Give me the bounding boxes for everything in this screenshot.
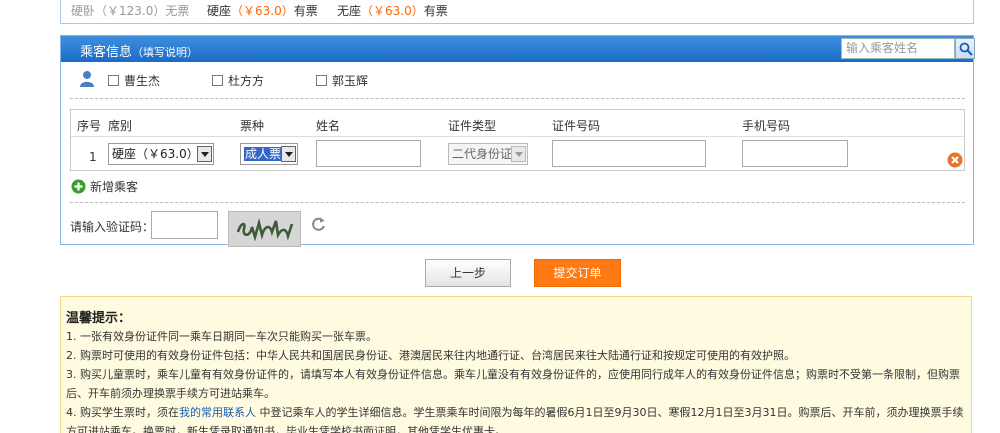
panel-header: 乘客信息（填写说明） 输入乘客姓名: [61, 36, 975, 62]
delete-icon[interactable]: [947, 152, 963, 168]
tips-title: 温馨提示：: [66, 311, 132, 326]
divider: [70, 98, 965, 99]
col-name: 姓名: [316, 119, 341, 133]
dropdown-arrow-icon[interactable]: [281, 146, 296, 162]
seat-no-seat: 无座（￥63.0）有票: [337, 4, 448, 18]
col-ticket: 票种: [240, 119, 265, 133]
seat-hard-sleeper: 硬卧（￥123.0）无票: [71, 4, 190, 18]
id-type-select[interactable]: 二代身份证: [448, 143, 528, 165]
tip-item-2: 2. 购票时可使用的有效身份证件包括：中华人民共和国居民身份证、港澳居民来往内地…: [66, 349, 795, 362]
checkbox[interactable]: [316, 75, 327, 86]
tip-item-1: 1. 一张有效身份证件同一乘车日期同一车次只能购买一张车票。: [66, 330, 377, 343]
previous-step-button[interactable]: 上一步: [425, 259, 511, 287]
col-id-no: 证件号码: [552, 119, 601, 133]
col-seq: 序号: [77, 119, 102, 133]
checkbox[interactable]: [212, 75, 223, 86]
tip-item-4: 4. 购买学生票时，须在我的常用联系人 中登记乘车人的学生详细信息。学生票乘车时…: [66, 406, 964, 433]
contact-checkbox-3[interactable]: 郭玉辉: [316, 72, 368, 89]
divider: [70, 202, 965, 203]
col-id-type: 证件类型: [448, 119, 497, 133]
refresh-icon[interactable]: [311, 216, 326, 231]
checkbox[interactable]: [108, 75, 119, 86]
row-seq: 1: [89, 150, 97, 164]
add-icon: [71, 179, 86, 194]
dropdown-arrow-icon[interactable]: [197, 146, 212, 162]
panel-title: 乘客信息（填写说明）: [80, 45, 199, 60]
seat-hard-seat: 硬座（￥63.0）有票: [207, 4, 318, 18]
seat-availability-strip: 硬卧（￥123.0）无票 硬座（￥63.0）有票 无座（￥63.0）有票: [60, 0, 974, 24]
ticket-type-select[interactable]: 成人票: [240, 143, 298, 165]
contact-checkbox-1[interactable]: 曹生杰: [108, 72, 160, 89]
frequent-contacts-link[interactable]: 我的常用联系人: [179, 406, 256, 419]
passenger-panel: 乘客信息（填写说明） 输入乘客姓名 曹生杰 杜方方 郭玉辉 序号 席别 票种 姓…: [60, 35, 975, 247]
passenger-table: 序号 席别 票种 姓名 证件类型 证件号码 手机号码 1 硬座（￥63.0） 成…: [70, 109, 965, 171]
submit-order-button[interactable]: 提交订单: [534, 259, 621, 287]
person-icon: [80, 71, 94, 87]
col-seat: 席别: [108, 119, 133, 133]
contact-checkbox-2[interactable]: 杜方方: [212, 72, 264, 89]
captcha-squiggle: [236, 217, 294, 242]
table-header: 序号 席别 票种 姓名 证件类型 证件号码 手机号码: [71, 110, 964, 137]
captcha-image[interactable]: [228, 211, 301, 247]
tip-item-3: 3. 购买儿童票时，乘车儿童有有效身份证件的，请填写本人有效身份证件信息。乘车儿…: [66, 368, 960, 400]
fill-instructions-link[interactable]: （填写说明）: [132, 46, 198, 59]
dropdown-arrow-icon[interactable]: [511, 146, 526, 162]
id-number-input[interactable]: [552, 140, 706, 167]
col-phone: 手机号码: [742, 119, 791, 133]
tips-box: 温馨提示： 1. 一张有效身份证件同一乘车日期同一车次只能购买一张车票。 2. …: [60, 296, 972, 433]
phone-input[interactable]: [742, 140, 848, 167]
captcha-input[interactable]: [151, 211, 218, 239]
add-passenger-button[interactable]: 新增乘客: [71, 178, 138, 195]
name-input[interactable]: [316, 140, 421, 167]
passenger-search-input[interactable]: 输入乘客姓名: [841, 38, 955, 59]
captcha-label: 请输入验证码：: [70, 220, 155, 234]
search-button[interactable]: [955, 38, 975, 59]
seat-select[interactable]: 硬座（￥63.0）: [108, 143, 214, 165]
search-icon: [959, 42, 973, 56]
contact-list: 曹生杰 杜方方 郭玉辉: [61, 64, 973, 92]
